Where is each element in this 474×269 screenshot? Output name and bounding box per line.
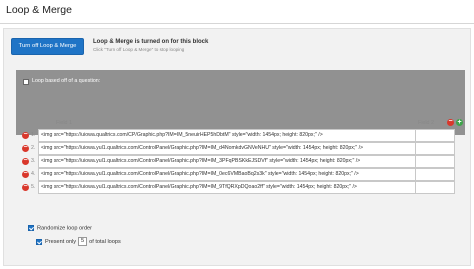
table-row: − 4. <img src="https://uiowa.yul1.qualtr… [16, 168, 465, 181]
remove-row-icon[interactable]: − [22, 170, 29, 178]
loop-count-input[interactable]: 5 [78, 237, 88, 246]
field2-cell[interactable] [415, 129, 455, 142]
remove-row-icon[interactable]: − [22, 157, 29, 165]
row-number: 5. [31, 184, 36, 190]
loop-merge-panel: Turn off Loop & Merge Loop & Merge is tu… [3, 28, 471, 266]
present-only-suffix: of total loops [89, 238, 121, 245]
randomize-label: Randomize loop order [37, 225, 93, 232]
loop-based-on-question-checkbox[interactable] [23, 79, 29, 85]
remove-column-icon[interactable]: − [447, 118, 454, 126]
grid-header: Field 1 Field 2 − + [16, 116, 465, 127]
field1-cell[interactable]: <img src="https://uiowa.yul1.qualtrics.c… [38, 181, 416, 194]
field2-header: Field 2 [418, 120, 434, 126]
present-only-option[interactable]: Present only 5 of total loops [36, 237, 121, 246]
row-number: 4. [31, 171, 36, 177]
field2-cell[interactable] [415, 181, 455, 194]
turn-off-loop-merge-button[interactable]: Turn off Loop & Merge [11, 38, 84, 55]
randomize-checkbox[interactable] [28, 225, 34, 231]
present-only-checkbox[interactable] [36, 238, 42, 245]
field1-header: Field 1 [56, 120, 72, 126]
table-row: − 5. <img src="https://uiowa.yul1.qualtr… [16, 181, 465, 194]
field2-cell[interactable] [415, 168, 455, 181]
status-subtext: Click "Turn off Loop & Merge" to stop lo… [93, 47, 185, 52]
table-row: − 3. <img src="https://uiowa.yul1.qualtr… [16, 155, 465, 168]
table-row: − 2. <img src="https://uiowa.yul1.qualtr… [16, 142, 465, 155]
row-number: 3. [31, 158, 36, 164]
present-only-prefix: Present only [45, 238, 77, 245]
field1-cell[interactable]: <img src="https://uiowa.yul1.qualtrics.c… [38, 142, 416, 155]
remove-row-icon[interactable]: − [22, 183, 29, 191]
table-row: − 1. <img src="https://uiowa.qualtrics.c… [16, 129, 465, 142]
dialog-header: Loop & Merge [0, 0, 474, 24]
row-number: 1. [31, 132, 36, 138]
field1-cell[interactable]: <img src="https://uiowa.yul1.qualtrics.c… [38, 168, 416, 181]
row-number: 2. [31, 145, 36, 151]
remove-row-icon[interactable]: − [22, 144, 29, 152]
field2-cell[interactable] [415, 155, 455, 168]
field1-cell[interactable]: <img src="https://uiowa.yul1.qualtrics.c… [38, 155, 416, 168]
remove-row-icon[interactable]: − [22, 131, 29, 139]
field2-cell[interactable] [415, 142, 455, 155]
loop-based-on-question-label: Loop based off of a question: [32, 78, 101, 84]
field1-cell[interactable]: <img src="https://uiowa.qualtrics.com/CP… [38, 129, 416, 142]
status-text: Loop & Merge is turned on for this block [93, 39, 209, 45]
add-column-icon[interactable]: + [456, 119, 463, 126]
randomize-loop-order-option[interactable]: Randomize loop order [28, 225, 92, 231]
dialog-title: Loop & Merge [6, 4, 72, 16]
